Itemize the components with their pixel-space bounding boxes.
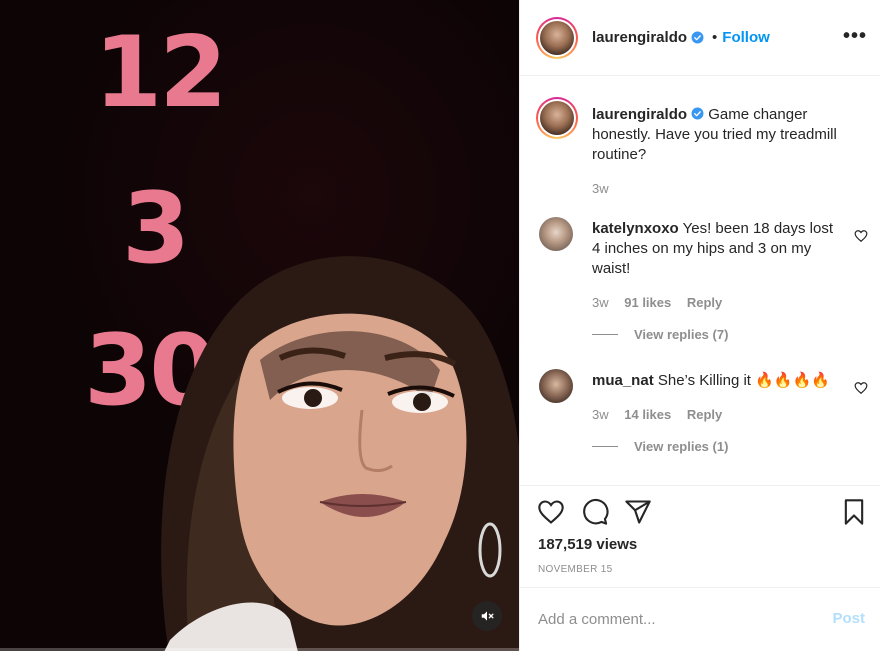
caption-time: 3w	[592, 181, 609, 196]
speaker-muted-icon	[481, 611, 494, 621]
bookmark-icon[interactable]	[840, 498, 868, 526]
comment-icon[interactable]	[581, 498, 609, 526]
author-username[interactable]: laurengiraldo	[592, 29, 687, 46]
post-actions: 187,519 views NOVEMBER 15	[520, 485, 880, 587]
like-comment-heart-icon[interactable]	[854, 229, 868, 243]
follow-button[interactable]: Follow	[722, 29, 770, 46]
overlay-number-1: 12	[94, 16, 227, 130]
post-video[interactable]: 12 3 30	[0, 0, 519, 651]
reply-button[interactable]: Reply	[687, 407, 722, 422]
caption-text-block: laurengiraldo Game changer honestly. Hav…	[592, 105, 862, 199]
view-replies-button[interactable]: View replies (7)	[592, 327, 728, 342]
replies-divider-line	[592, 334, 618, 335]
verified-badge-icon	[691, 31, 704, 44]
post-comment-button[interactable]: Post	[832, 610, 865, 627]
video-person-figure	[161, 256, 519, 651]
like-comment-heart-icon[interactable]	[854, 381, 868, 395]
reply-button[interactable]: Reply	[687, 295, 722, 310]
header-separator: •	[712, 29, 718, 46]
comment-input[interactable]	[538, 606, 808, 632]
commenter-avatar[interactable]	[539, 217, 573, 251]
comment-text-block: katelynxoxo Yes! been 18 days lost 4 inc…	[592, 219, 838, 313]
view-replies-label: View replies (1)	[634, 439, 729, 454]
commenter-avatar[interactable]	[539, 369, 573, 403]
more-options-icon[interactable]: •••	[843, 26, 867, 46]
view-replies-label: View replies (7)	[634, 327, 729, 342]
author-avatar[interactable]	[536, 16, 578, 59]
comment-time: 3w	[592, 407, 609, 422]
view-count[interactable]: 187,519 views	[538, 536, 637, 553]
comment-likes[interactable]: 14 likes	[624, 407, 671, 422]
post-details-panel: laurengiraldo • Follow ••• laurengiraldo…	[519, 0, 880, 651]
comment-username[interactable]: mua_nat	[592, 372, 654, 389]
post-header: laurengiraldo • Follow •••	[520, 0, 880, 76]
comment-time: 3w	[592, 295, 609, 310]
replies-divider-line	[592, 446, 618, 447]
comment-text: She’s Killing it 🔥🔥🔥🔥	[657, 372, 830, 389]
view-replies-button[interactable]: View replies (1)	[592, 439, 728, 454]
caption-username[interactable]: laurengiraldo	[592, 106, 687, 123]
add-comment-section: Post	[520, 587, 880, 651]
post-date[interactable]: NOVEMBER 15	[538, 564, 612, 575]
caption-avatar[interactable]	[536, 97, 578, 139]
heart-icon[interactable]	[537, 498, 565, 526]
verified-badge-icon	[691, 107, 704, 120]
share-icon[interactable]	[624, 498, 652, 526]
comment-username[interactable]: katelynxoxo	[592, 220, 679, 237]
comment-likes[interactable]: 91 likes	[624, 295, 671, 310]
mute-button[interactable]	[472, 601, 502, 631]
comment-text-block: mua_nat She’s Killing it 🔥🔥🔥🔥 3w 14 like…	[592, 371, 838, 425]
comments-list[interactable]: laurengiraldo Game changer honestly. Hav…	[520, 77, 880, 485]
